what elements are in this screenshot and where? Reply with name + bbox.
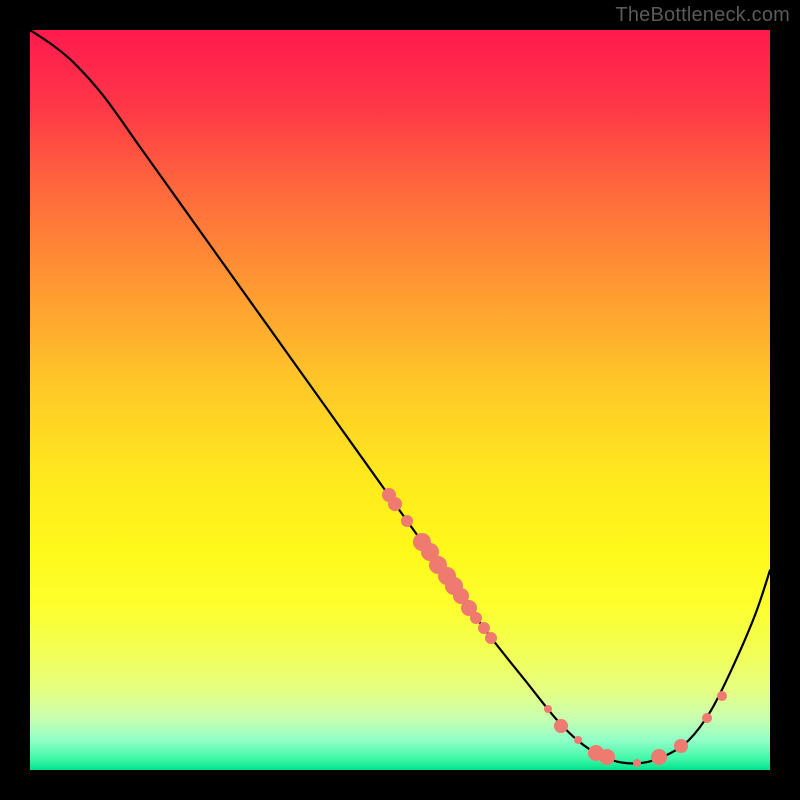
curve-dot — [554, 719, 568, 733]
curve-dot — [651, 749, 667, 765]
gradient-background — [30, 30, 770, 770]
curve-dot — [674, 739, 688, 753]
curve-dot — [633, 759, 641, 767]
chart-stage: TheBottleneck.com — [0, 0, 800, 800]
plot-area — [30, 30, 770, 770]
curve-dot — [485, 632, 497, 644]
watermark-text: TheBottleneck.com — [615, 4, 790, 27]
curve-dot — [574, 736, 582, 744]
curve-dot — [401, 515, 413, 527]
curve-dot — [702, 713, 712, 723]
curve-dot — [388, 497, 402, 511]
curve-dot — [717, 691, 727, 701]
curve-dot — [544, 705, 552, 713]
curve-dot — [599, 749, 615, 765]
